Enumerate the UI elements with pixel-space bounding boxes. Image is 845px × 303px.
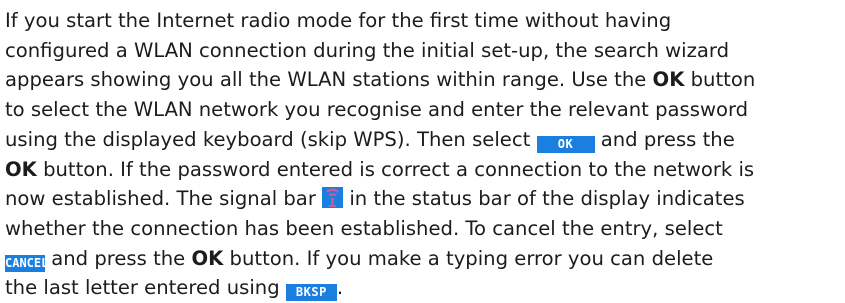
text-line-4: to select the WLAN network you recognise… bbox=[5, 98, 749, 122]
text-line-9: CANCEL and press the OK button. If you m… bbox=[5, 246, 714, 272]
text-line-5: using the displayed keyboard (skip WPS).… bbox=[5, 127, 735, 153]
text-line-2: configured a WLAN connection during the … bbox=[5, 38, 730, 62]
ok-button-reference: OK bbox=[191, 246, 224, 270]
ok-key-icon: OK bbox=[536, 135, 595, 153]
text-line-10: the last letter entered using BKSP. bbox=[5, 276, 344, 302]
ok-button-reference: OK bbox=[5, 157, 37, 181]
wlan-setup-paragraph: If you start the Internet radio mode for… bbox=[5, 6, 841, 303]
signal-bar-icon bbox=[322, 187, 344, 209]
document-page: If you start the Internet radio mode for… bbox=[0, 0, 845, 302]
text-line-3: appears showing you all the WLAN station… bbox=[5, 68, 756, 92]
text-line-6: OK button. If the password entered is co… bbox=[5, 157, 755, 181]
text-line-8: whether the connection has been establis… bbox=[5, 216, 723, 240]
bksp-key-icon: BKSP bbox=[285, 284, 337, 302]
text-line-7: now established. The signal bar in the s… bbox=[5, 187, 745, 211]
ok-button-reference: OK bbox=[652, 68, 685, 92]
cancel-key-icon: CANCEL bbox=[5, 254, 49, 272]
text-line-1: If you start the Internet radio mode for… bbox=[5, 9, 672, 32]
